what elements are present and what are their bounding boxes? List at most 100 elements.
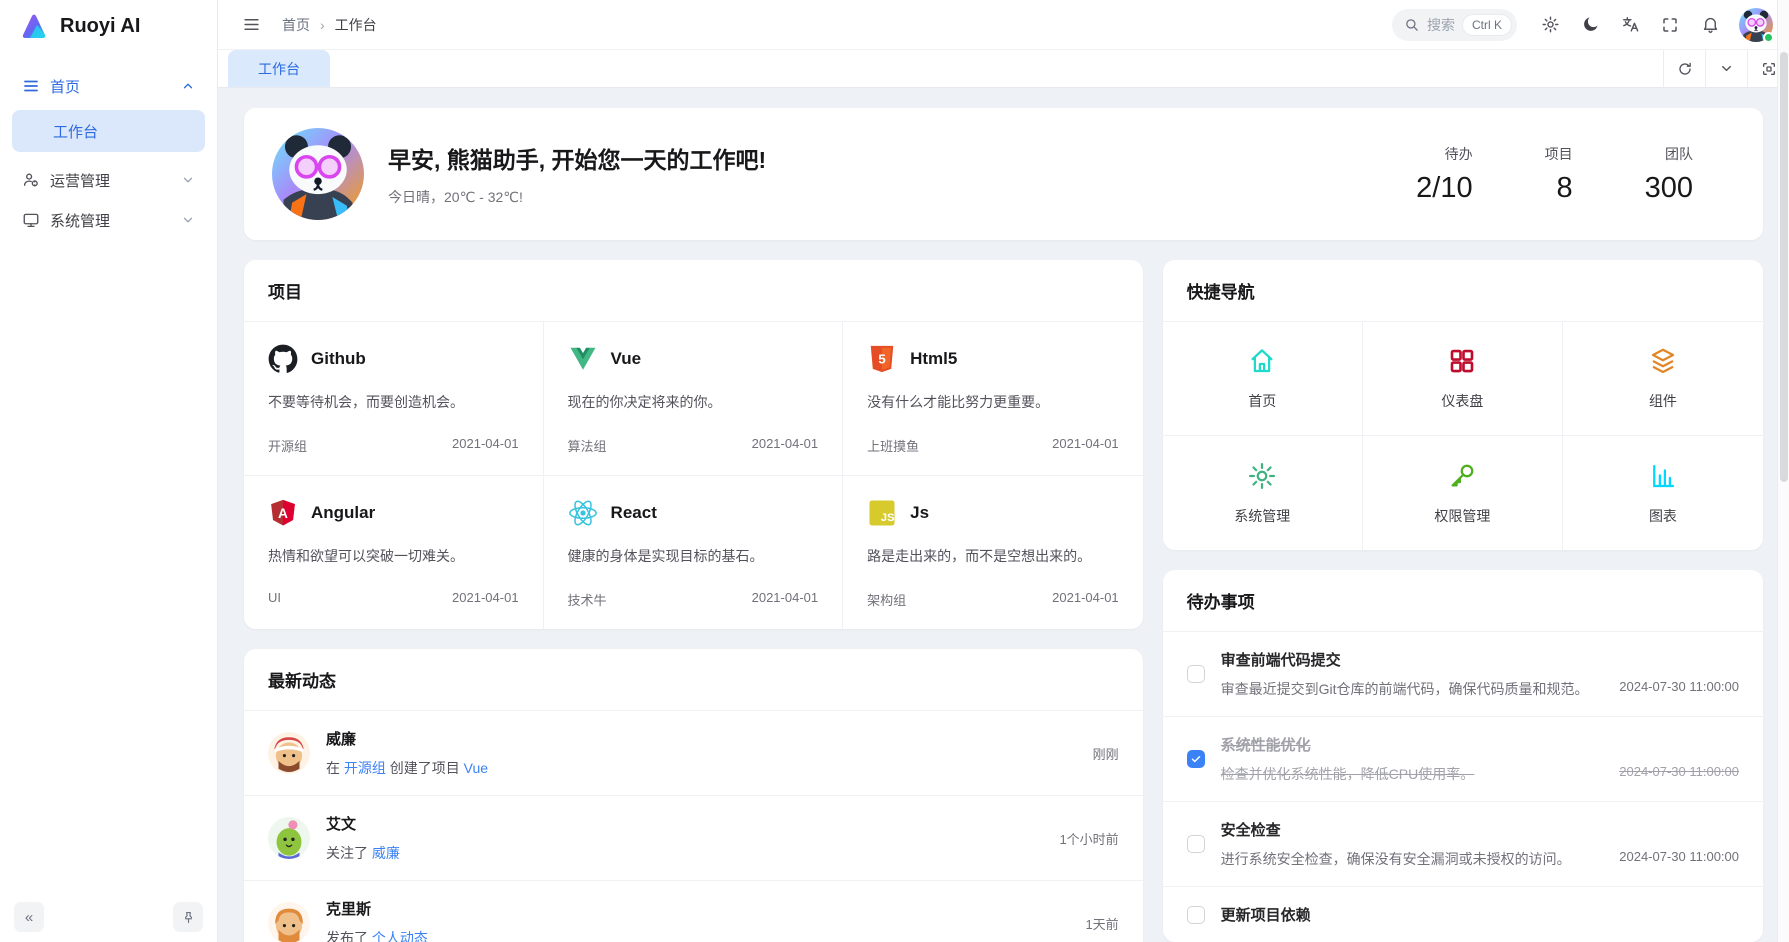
activity-text-part: 发布了: [326, 930, 372, 942]
project-card-angular[interactable]: AAngular 热情和欲望可以突破一切难关。 UI2021-04-01: [244, 476, 544, 629]
settings-button[interactable]: [1533, 8, 1567, 42]
user-gear-icon: [22, 171, 40, 189]
breadcrumb-home[interactable]: 首页: [282, 15, 310, 35]
sidebar-item-home[interactable]: 首页: [12, 66, 205, 106]
todo-main: 审查前端代码提交 审查最近提交到Git仓库的前端代码，确保代码质量和规范。202…: [1221, 649, 1739, 699]
stat-todo: 待办 2/10: [1416, 144, 1472, 205]
tab-workbench[interactable]: 工作台: [228, 50, 330, 87]
welcome-greeting: 早安, 熊猫助手, 开始您一天的工作吧!: [388, 141, 766, 175]
collapse-sidebar-button[interactable]: «: [14, 902, 44, 932]
global-search[interactable]: 搜索 Ctrl K: [1392, 9, 1517, 41]
todo-main: 安全检查 进行系统安全检查，确保没有安全漏洞或未授权的访问。2024-07-30…: [1221, 819, 1739, 869]
user-avatar[interactable]: [1739, 8, 1773, 42]
quicknav-charts[interactable]: 图表: [1563, 436, 1763, 550]
project-desc: 路是走出来的，而不是空想出来的。: [867, 546, 1119, 566]
todo-checkbox-checked[interactable]: [1187, 750, 1205, 768]
project-name: React: [611, 503, 657, 523]
html5-icon: 5: [867, 344, 897, 374]
stat-label: 待办: [1416, 144, 1472, 164]
activity-time: 刚刚: [1093, 744, 1119, 763]
project-card-react[interactable]: React 健康的身体是实现目标的基石。 技术牛2021-04-01: [544, 476, 844, 629]
todo-item-desc: 进行系统安全检查，确保没有安全漏洞或未授权的访问。: [1221, 849, 1571, 869]
sidebar-item-operations[interactable]: 运营管理: [12, 160, 205, 200]
home-icon: [1247, 346, 1277, 379]
welcome-avatar: [272, 128, 364, 220]
activity-link-group[interactable]: 开源组: [344, 760, 386, 776]
activity-link-feed[interactable]: 个人动态: [372, 930, 428, 942]
svg-text:A: A: [278, 506, 288, 521]
quicknav-permission[interactable]: 权限管理: [1363, 436, 1563, 550]
quicknav-label: 权限管理: [1434, 506, 1490, 526]
svg-text:5: 5: [878, 351, 885, 366]
angular-icon: A: [268, 498, 298, 528]
quicknav-label: 系统管理: [1234, 506, 1290, 526]
project-group: 架构组: [867, 590, 906, 609]
project-group: 开源组: [268, 436, 307, 455]
translate-icon: [1621, 15, 1640, 34]
fullscreen-icon: [1661, 16, 1679, 34]
activity-link-user[interactable]: 威廉: [372, 845, 400, 861]
project-name: Angular: [311, 503, 375, 523]
todo-title: 待办事项: [1163, 570, 1763, 632]
welcome-weather: 今日晴，20℃ - 32℃!: [388, 187, 766, 207]
refresh-tab-button[interactable]: [1663, 50, 1705, 87]
quicknav-dashboard[interactable]: 仪表盘: [1363, 322, 1563, 436]
tab-menu-button[interactable]: [1705, 50, 1747, 87]
language-button[interactable]: [1613, 8, 1647, 42]
quicknav-card: 快捷导航 首页 仪表盘: [1163, 260, 1763, 550]
notifications-button[interactable]: [1693, 8, 1727, 42]
todo-item-title: 系统性能优化: [1221, 734, 1739, 755]
projects-card: 项目 Github 不要等待机会，而要创造机会。 开源组2021-04-01 V…: [244, 260, 1143, 629]
project-date: 2021-04-01: [752, 590, 819, 609]
todo-checkbox[interactable]: [1187, 906, 1205, 924]
activity-text-part: 创建了项目: [386, 760, 464, 776]
project-group: UI: [268, 590, 281, 605]
stat-value: 300: [1645, 172, 1693, 205]
project-date: 2021-04-01: [452, 590, 519, 605]
app-logo-icon: [18, 10, 50, 42]
activity-main: 克里斯 发布了 个人动态: [326, 898, 1069, 942]
stat-value: 2/10: [1416, 172, 1472, 205]
todo-main: 系统性能优化 检查并优化系统性能，降低CPU使用率。2024-07-30 11:…: [1221, 734, 1739, 784]
project-card-html5[interactable]: 5Html5 没有什么才能比努力更重要。 上班摸鱼2021-04-01: [843, 322, 1143, 476]
logo[interactable]: Ruoyi AI: [0, 0, 217, 52]
sidebar-item-label: 首页: [50, 76, 80, 97]
activity-link-project[interactable]: Vue: [464, 760, 488, 776]
activity-item: 克里斯 发布了 个人动态 1天前: [244, 881, 1143, 942]
project-card-vue[interactable]: Vue 现在的你决定将来的你。 算法组2021-04-01: [544, 322, 844, 476]
app-title: Ruoyi AI: [60, 15, 140, 38]
moon-icon: [1581, 15, 1600, 34]
activity-user: 威廉: [326, 728, 1077, 749]
project-card-github[interactable]: Github 不要等待机会，而要创造机会。 开源组2021-04-01: [244, 322, 544, 476]
page-scrollbar[interactable]: [1777, 0, 1789, 942]
sidebar-item-workbench[interactable]: 工作台: [12, 110, 205, 152]
todo-checkbox[interactable]: [1187, 665, 1205, 683]
todo-checkbox[interactable]: [1187, 835, 1205, 853]
project-date: 2021-04-01: [1052, 590, 1119, 609]
user-avatar-chris: [268, 902, 310, 942]
quicknav-system[interactable]: 系统管理: [1163, 436, 1363, 550]
toggle-sidebar-button[interactable]: [234, 8, 268, 42]
monitor-icon: [22, 211, 40, 229]
sidebar-item-system[interactable]: 系统管理: [12, 200, 205, 240]
activity-user: 克里斯: [326, 898, 1069, 919]
react-icon: [568, 498, 598, 528]
quicknav-components[interactable]: 组件: [1563, 322, 1763, 436]
activity-card: 最新动态 威廉 在 开源组 创建了项目 Vue 刚刚: [244, 649, 1143, 942]
fullscreen-button[interactable]: [1653, 8, 1687, 42]
gear-icon: [1541, 15, 1560, 34]
theme-toggle-button[interactable]: [1573, 8, 1607, 42]
projects-grid: Github 不要等待机会，而要创造机会。 开源组2021-04-01 Vue …: [244, 322, 1143, 629]
project-date: 2021-04-01: [752, 436, 819, 455]
scrollbar-thumb[interactable]: [1780, 52, 1788, 482]
stat-value: 8: [1545, 172, 1573, 205]
chevron-up-icon: [181, 79, 195, 93]
todo-item: 系统性能优化 检查并优化系统性能，降低CPU使用率。2024-07-30 11:…: [1163, 717, 1763, 802]
pin-sidebar-button[interactable]: [173, 902, 203, 932]
js-icon: JS: [867, 498, 897, 528]
todo-item-desc: 检查并优化系统性能，降低CPU使用率。: [1221, 764, 1475, 784]
welcome-card: 早安, 熊猫助手, 开始您一天的工作吧! 今日晴，20℃ - 32℃! 待办 2…: [244, 108, 1763, 240]
quicknav-label: 图表: [1649, 506, 1677, 526]
quicknav-home[interactable]: 首页: [1163, 322, 1363, 436]
project-card-js[interactable]: JSJs 路是走出来的，而不是空想出来的。 架构组2021-04-01: [843, 476, 1143, 629]
